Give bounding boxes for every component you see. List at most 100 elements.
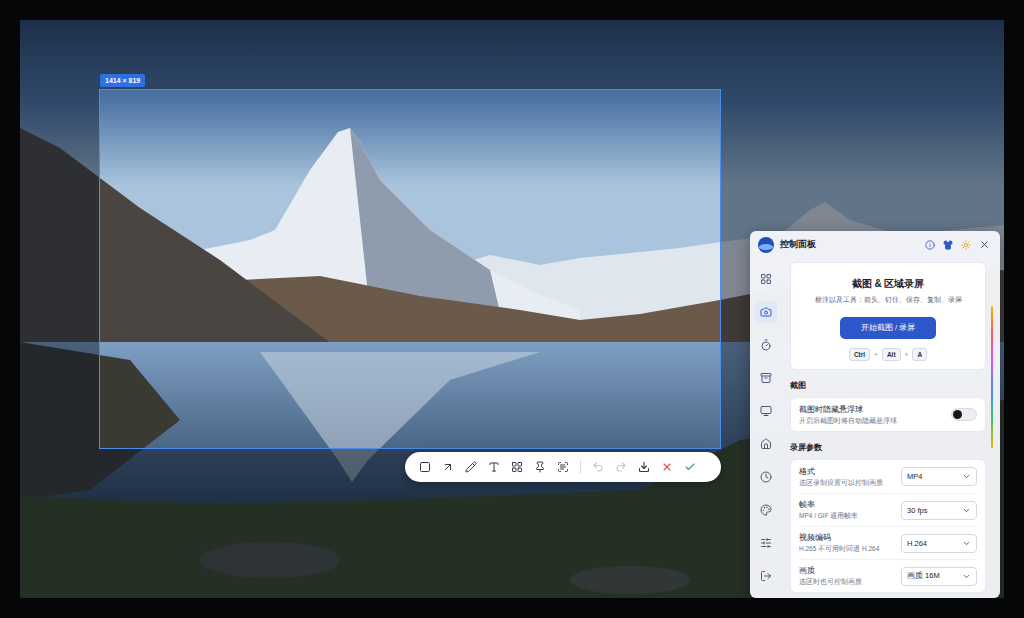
chevron-down-icon bbox=[962, 506, 971, 515]
settings-card: 截图时隐藏悬浮球开启后截图时将自动隐藏悬浮球 bbox=[790, 397, 986, 432]
tool-button[interactable] bbox=[488, 461, 500, 473]
screen-frame: 1414 × 819控制面板截图 & 区域录屏标注以及工具：箭头、钉住、保存、复… bbox=[0, 0, 1024, 618]
sidebar-item[interactable] bbox=[755, 367, 777, 389]
sidebar bbox=[750, 258, 782, 598]
palette-icon bbox=[760, 504, 772, 516]
setting-label: 视频编码 bbox=[799, 532, 895, 543]
home-icon bbox=[760, 438, 772, 450]
shirt-icon[interactable] bbox=[943, 240, 953, 250]
select-box[interactable]: MP4 bbox=[901, 467, 977, 486]
close-icon[interactable] bbox=[979, 239, 990, 250]
setting-hint: 选区录制设置可以控制画质 bbox=[799, 479, 895, 488]
tool-button[interactable] bbox=[419, 461, 431, 473]
tool-button[interactable] bbox=[511, 461, 523, 473]
panel-body: 截图 & 区域录屏标注以及工具：箭头、钉住、保存、复制、录屏开始截图 / 录屏 C… bbox=[750, 258, 1000, 598]
sidebar-item[interactable] bbox=[755, 565, 777, 587]
settings-card: 格式选区录制设置可以控制画质 MP4 帧率 MP4 / GIF 通用帧率 30 fps 视… bbox=[790, 459, 986, 593]
sidebar-item[interactable] bbox=[755, 400, 777, 422]
setting-row: 视频编码H.265 不可用时回退 H.264 H.264 bbox=[799, 526, 977, 559]
section-title: 截图 bbox=[790, 376, 986, 391]
capture-selection[interactable]: 1414 × 819 bbox=[99, 89, 721, 449]
setting-row: 截图时隐藏悬浮球开启后截图时将自动隐藏悬浮球 bbox=[799, 398, 977, 431]
logout-icon bbox=[760, 570, 772, 582]
tool-button[interactable] bbox=[557, 461, 569, 473]
select-box[interactable]: 30 fps bbox=[901, 501, 977, 520]
toolbar-separator bbox=[580, 460, 581, 474]
undo-icon bbox=[592, 461, 604, 473]
hero-subtitle: 标注以及工具：箭头、钉住、保存、复制、录屏 bbox=[815, 296, 962, 305]
desktop: 1414 × 819控制面板截图 & 区域录屏标注以及工具：箭头、钉住、保存、复… bbox=[20, 20, 1004, 598]
sidebar-item[interactable] bbox=[755, 499, 777, 521]
shortcut-key: Alt bbox=[882, 348, 901, 361]
setting-text: 帧率 MP4 / GIF 通用帧率 bbox=[799, 499, 895, 521]
key-separator: + bbox=[905, 351, 909, 358]
action-button[interactable] bbox=[615, 461, 627, 473]
sun-icon[interactable] bbox=[961, 240, 971, 250]
setting-row: 画质选区时也可控制画质画质 16M bbox=[799, 559, 977, 592]
hero-title: 截图 & 区域录屏 bbox=[852, 277, 925, 291]
control-panel: 控制面板截图 & 区域录屏标注以及工具：箭头、钉住、保存、复制、录屏开始截图 /… bbox=[750, 231, 1000, 598]
panel-header: 控制面板 bbox=[750, 231, 1000, 258]
archive-icon bbox=[760, 372, 772, 384]
info-icon[interactable] bbox=[925, 240, 935, 250]
panel-content: 截图 & 区域录屏标注以及工具：箭头、钉住、保存、复制、录屏开始截图 / 录屏 C… bbox=[782, 258, 1000, 598]
sidebar-item[interactable] bbox=[755, 301, 777, 323]
setting-label: 画质 bbox=[799, 565, 895, 576]
setting-hint: 开启后截图时将自动隐藏悬浮球 bbox=[799, 417, 945, 426]
grid-icon bbox=[760, 273, 772, 285]
setting-text: 截图时隐藏悬浮球开启后截图时将自动隐藏悬浮球 bbox=[799, 404, 945, 426]
toggle-switch[interactable] bbox=[951, 408, 977, 421]
select-box[interactable]: 画质 16M bbox=[901, 567, 977, 586]
shortcut-key: Ctrl bbox=[849, 348, 870, 361]
setting-row: 帧率 MP4 / GIF 通用帧率 30 fps bbox=[799, 493, 977, 526]
camera-icon bbox=[760, 306, 772, 318]
setting-row: 格式选区录制设置可以控制画质 MP4 bbox=[799, 460, 977, 493]
mosaic-icon bbox=[511, 461, 523, 473]
action-button[interactable] bbox=[638, 461, 650, 473]
tool-button[interactable] bbox=[534, 461, 546, 473]
sliders-icon bbox=[760, 537, 772, 549]
download-icon bbox=[638, 461, 650, 473]
logo-icon bbox=[758, 237, 774, 253]
cancel-icon bbox=[661, 461, 673, 473]
panel-title: 控制面板 bbox=[780, 238, 919, 251]
timer-icon bbox=[760, 339, 772, 351]
sidebar-item[interactable] bbox=[755, 334, 777, 356]
action-button[interactable] bbox=[684, 461, 696, 473]
header-icons bbox=[925, 239, 990, 250]
clock-icon bbox=[760, 471, 772, 483]
scroll-indicator bbox=[991, 306, 993, 448]
select-box[interactable]: H.264 bbox=[901, 534, 977, 553]
setting-text: 视频编码H.265 不可用时回退 H.264 bbox=[799, 532, 895, 554]
sidebar-item[interactable] bbox=[755, 268, 777, 290]
setting-text: 画质选区时也可控制画质 bbox=[799, 565, 895, 587]
setting-label: 帧率 bbox=[799, 499, 895, 510]
start-capture-button[interactable]: 开始截图 / 录屏 bbox=[840, 317, 936, 339]
sidebar-item[interactable] bbox=[755, 433, 777, 455]
action-button[interactable] bbox=[661, 461, 673, 473]
tool-button[interactable] bbox=[465, 461, 477, 473]
text-icon bbox=[488, 461, 500, 473]
setting-label: 截图时隐藏悬浮球 bbox=[799, 404, 945, 415]
shortcut-key: A bbox=[912, 348, 927, 361]
shortcut: Ctrl+Alt+A bbox=[849, 348, 927, 361]
rectangle-icon bbox=[419, 461, 431, 473]
sidebar-item[interactable] bbox=[755, 466, 777, 488]
pen-icon bbox=[465, 461, 477, 473]
setting-hint: MP4 / GIF 通用帧率 bbox=[799, 512, 895, 521]
setting-text: 格式选区录制设置可以控制画质 bbox=[799, 466, 895, 488]
action-button[interactable] bbox=[592, 461, 604, 473]
chevron-down-icon bbox=[962, 472, 971, 481]
sidebar-item[interactable] bbox=[755, 532, 777, 554]
setting-label: 格式 bbox=[799, 466, 895, 477]
section-title: 录屏参数 bbox=[790, 438, 986, 453]
arrow-icon bbox=[442, 461, 454, 473]
pin-icon bbox=[534, 461, 546, 473]
tool-button[interactable] bbox=[442, 461, 454, 473]
chevron-down-icon bbox=[962, 572, 971, 581]
hero-card: 截图 & 区域录屏标注以及工具：箭头、钉住、保存、复制、录屏开始截图 / 录屏 C… bbox=[790, 262, 986, 370]
toggle-knob bbox=[953, 410, 962, 419]
redo-icon bbox=[615, 461, 627, 473]
size-badge: 1414 × 819 bbox=[100, 74, 145, 87]
ocr-icon bbox=[557, 461, 569, 473]
